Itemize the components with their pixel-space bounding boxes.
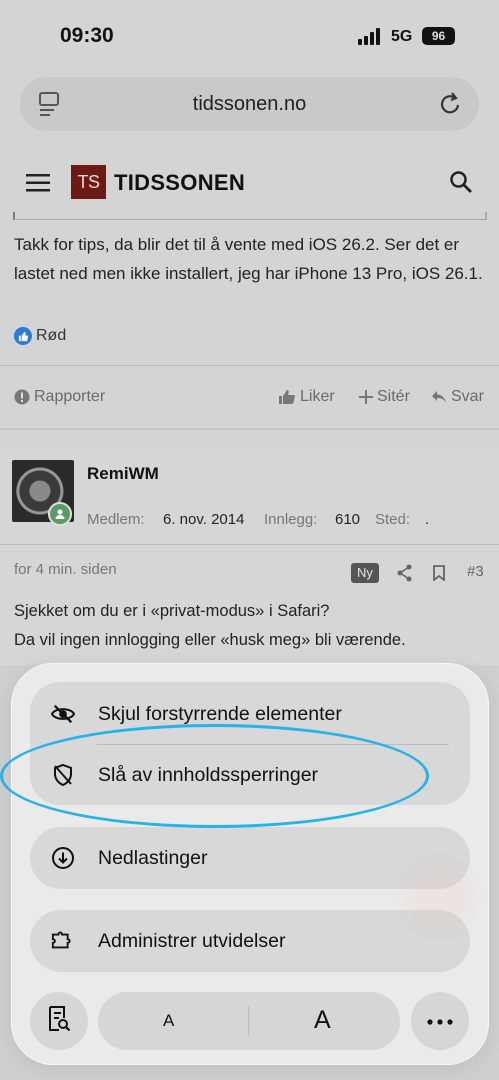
text-size-divider — [248, 1006, 249, 1036]
sheet-toolbar: A A — [30, 992, 470, 1050]
post-timestamp[interactable]: for 4 min. siden — [14, 561, 117, 578]
reload-icon[interactable] — [439, 91, 463, 122]
quote-button[interactable]: Sitér — [359, 388, 410, 406]
post-number[interactable]: #3 — [467, 563, 484, 580]
manage-extensions-label: Administrer utvidelser — [98, 929, 286, 952]
reader-view-button[interactable] — [30, 992, 88, 1050]
thumbs-up-icon — [279, 390, 295, 404]
reply-button[interactable]: Svar — [431, 388, 484, 406]
downloads-button[interactable]: Nedlastinger — [30, 827, 470, 889]
member-label: Medlem: — [87, 511, 145, 528]
post-body-line: Da vil ingen innlogging eller «husk meg»… — [14, 631, 406, 649]
site-logo-text[interactable]: TIDSSONEN — [114, 170, 245, 196]
quote-label: Sitér — [377, 388, 410, 405]
place-value: . — [425, 511, 430, 528]
increase-text-size-button[interactable]: A — [314, 1006, 331, 1035]
decrease-text-size-button[interactable]: A — [163, 1011, 174, 1031]
report-icon — [14, 389, 30, 405]
bookmark-icon[interactable] — [432, 565, 446, 586]
site-header: TS TIDSSONEN — [0, 150, 499, 215]
new-badge: Ny — [351, 563, 379, 583]
hide-distracting-label: Skjul forstyrrende elementer — [98, 702, 342, 725]
like-button[interactable]: Liker — [278, 388, 335, 406]
online-status-icon — [48, 502, 72, 526]
share-icon[interactable] — [397, 564, 413, 587]
divider — [0, 544, 499, 545]
post-actions: Rapporter Liker Sitér Svar — [0, 385, 499, 411]
download-icon — [51, 846, 75, 870]
status-bar: 09:30 5G 96 — [0, 0, 499, 70]
reaction-summary[interactable]: Rød — [14, 327, 66, 345]
report-button[interactable]: Rapporter — [14, 388, 105, 406]
search-icon[interactable] — [449, 170, 473, 199]
network-label: 5G — [391, 28, 413, 45]
site-logo-mark[interactable]: TS — [71, 165, 106, 199]
battery-icon: 96 — [422, 27, 455, 45]
url-text[interactable]: tidssonen.no — [20, 93, 479, 116]
report-label: Rapporter — [34, 388, 106, 405]
annotation-highlight-ellipse — [0, 724, 429, 828]
page-menu-sheet: Skjul forstyrrende elementer Slå av innh… — [11, 663, 489, 1065]
like-label: Liker — [300, 388, 335, 405]
puzzle-piece-icon — [51, 929, 75, 953]
divider — [0, 428, 499, 430]
reader-search-icon — [47, 1005, 71, 1038]
manage-extensions-button[interactable]: Administrer utvidelser — [30, 910, 470, 972]
reply-label: Svar — [451, 388, 484, 405]
member-value: 6. nov. 2014 — [163, 511, 245, 528]
status-time: 09:30 — [60, 24, 114, 47]
post-body: Sjekket om du er i «privat-modus» i Safa… — [14, 597, 489, 655]
like-reaction-icon — [14, 327, 32, 345]
text-size-control: A A — [98, 992, 400, 1050]
signal-icon — [358, 27, 384, 45]
posts-value: 610 — [335, 511, 361, 528]
eye-slash-icon — [51, 702, 75, 726]
divider — [0, 365, 499, 366]
reaction-user: Rød — [36, 327, 67, 344]
hamburger-menu-icon[interactable] — [26, 174, 50, 197]
place-label: Sted: — [375, 511, 411, 528]
more-options-button[interactable] — [411, 992, 469, 1050]
quote-block-edge — [13, 212, 487, 220]
downloads-label: Nedlastinger — [98, 846, 208, 869]
address-bar[interactable]: tidssonen.no — [20, 77, 479, 131]
post-username[interactable]: RemiWM — [87, 464, 159, 484]
ellipsis-icon — [427, 1012, 453, 1030]
post-body-line: Sjekket om du er i «privat-modus» i Safa… — [14, 602, 330, 620]
reply-icon — [432, 391, 446, 403]
post-body: Takk for tips, da blir det til å vente m… — [14, 235, 483, 283]
plus-icon — [359, 390, 373, 404]
posts-label: Innlegg: — [264, 511, 318, 528]
